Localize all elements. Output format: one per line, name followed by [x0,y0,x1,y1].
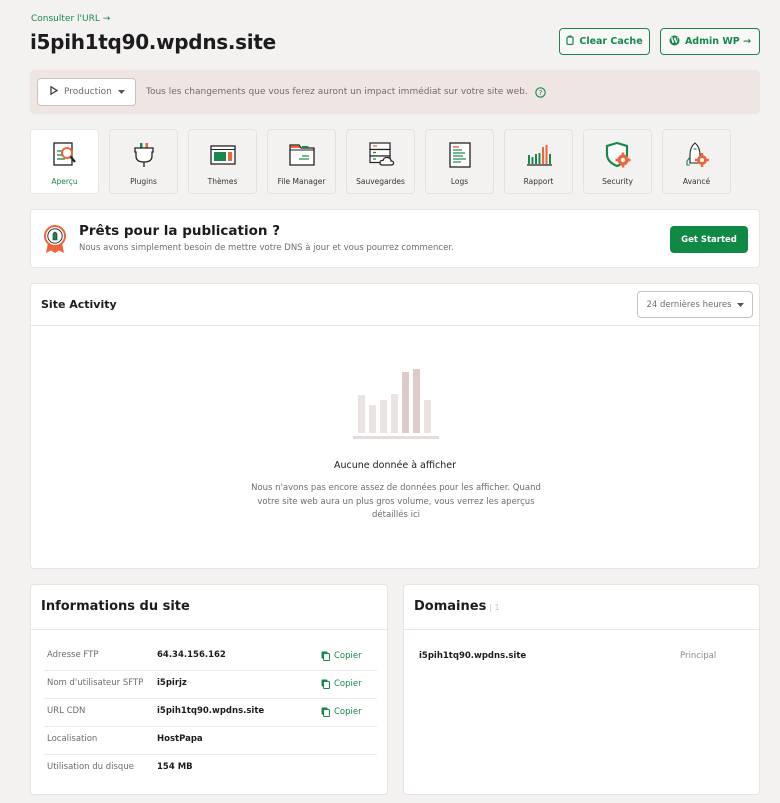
admin-wp-button[interactable]: W Admin WP → [660,28,760,55]
site-info-title: Informations du site [41,599,190,614]
info-value: i5pirjz [157,678,187,688]
theme-icon [208,140,238,170]
info-key: Nom d'utilisateur SFTP [47,678,144,688]
tool-plugins[interactable]: Plugins [109,129,178,194]
backup-icon [366,140,396,170]
info-value: 64.34.156.162 [157,650,226,660]
tool-avance[interactable]: Avancé [662,129,731,194]
overview-icon [50,140,80,170]
tool-sauvegardes[interactable]: Sauvegardes [346,129,415,194]
consult-url-link[interactable]: Consulter l'URL → [31,14,110,24]
info-key: URL CDN [47,706,86,716]
logs-icon [445,140,475,170]
ready-to-publish-card: Prêts pour la publication ? Nous avons s… [30,209,760,268]
clear-cache-label: Clear Cache [579,36,643,47]
info-value: 154 MB [157,762,193,772]
copy-sftp-button[interactable]: Copier [321,679,362,689]
advanced-icon [682,140,712,170]
report-icon [524,140,554,170]
tool-label: Thèmes [207,177,238,186]
site-title: i5pih1tq90.wpdns.site [30,30,276,54]
svg-text:?: ? [538,89,542,97]
plug-icon [129,140,159,170]
site-info-card: Informations du site Adresse FTP 64.34.1… [30,584,388,795]
trash-icon [566,35,574,48]
environment-value: Production [64,87,112,97]
svg-text:W: W [670,36,679,45]
site-activity-card: Site Activity 24 dernières heures Aucune… [30,283,760,569]
play-icon [50,85,59,98]
environment-bar: Production Tous les changements que vous… [30,70,760,114]
environment-select[interactable]: Production [37,78,136,106]
site-info-rows: Adresse FTP 64.34.156.162 Copier Nom d'u… [44,643,377,783]
tool-label: Sauvegardes [356,177,405,186]
tools-nav: Aperçu Plugins Thèmes File Manager Sauve… [30,129,731,194]
domain-primary-tag: Principal [680,651,717,661]
time-range-value: 24 dernières heures [646,299,732,310]
tool-label: Aperçu [51,177,78,186]
info-key: Utilisation du disque [47,762,134,772]
site-activity-header: Site Activity 24 dernières heures [31,284,759,326]
chevron-down-icon [117,87,125,97]
tool-label: Avancé [682,177,711,186]
empty-state-title: Aucune donnée à afficher [333,460,457,471]
folder-icon [287,140,317,170]
environment-message: Tous les changements que vous ferez auro… [146,87,528,97]
copy-cdn-button[interactable]: Copier [321,707,362,717]
tool-label: Security [602,177,633,186]
tool-rapport[interactable]: Rapport [504,129,573,194]
info-row-cdn-url: URL CDN i5pih1tq90.wpdns.site Copier [44,699,377,727]
info-row-ftp: Adresse FTP 64.34.156.162 Copier [44,643,377,671]
get-started-button[interactable]: Get Started [670,226,748,253]
copy-icon [321,679,330,689]
copy-label: Copier [334,679,362,689]
copy-icon [321,651,330,661]
copy-icon [321,707,330,717]
tool-security[interactable]: Security [583,129,652,194]
security-icon [603,140,633,170]
info-row-disk-usage: Utilisation du disque 154 MB [44,755,377,783]
info-value: i5pih1tq90.wpdns.site [157,706,265,716]
ready-description: Nous avons simplement besoin de mettre v… [79,243,454,253]
wordpress-icon: W [669,35,680,49]
clear-cache-button[interactable]: Clear Cache [559,28,650,55]
info-value: HostPapa [157,734,203,744]
chevron-down-icon [736,300,744,310]
info-key: Adresse FTP [47,650,99,660]
tool-label: File Manager [277,177,326,186]
tool-label: Rapport [523,177,554,186]
empty-state-description: Nous n'avons pas encore assez de données… [251,483,541,520]
info-row-sftp-user: Nom d'utilisateur SFTP i5pirjz Copier [44,671,377,699]
domains-title-text: Domaines [414,599,487,614]
ready-title: Prêts pour la publication ? [79,223,281,239]
admin-wp-label: Admin WP → [684,36,752,47]
domains-count: | 1 [489,603,500,612]
time-range-select[interactable]: 24 dernières heures [637,291,753,318]
info-key: Localisation [47,734,98,744]
copy-ftp-button[interactable]: Copier [321,651,362,661]
copy-label: Copier [334,707,362,717]
empty-chart-illustration-icon [353,368,439,444]
tool-file-manager[interactable]: File Manager [267,129,336,194]
tool-logs[interactable]: Logs [425,129,494,194]
site-activity-title: Site Activity [41,298,117,311]
site-info-header: Informations du site [31,585,387,630]
tool-apercu[interactable]: Aperçu [30,129,99,194]
domains-header: Domaines | 1 [404,585,759,630]
award-badge-icon [42,224,68,258]
copy-label: Copier [334,651,362,661]
tool-label: Logs [450,177,469,186]
domains-title: Domaines | 1 [414,599,500,614]
tool-themes[interactable]: Thèmes [188,129,257,194]
help-icon[interactable]: ? [534,86,546,98]
info-row-location: Localisation HostPapa [44,727,377,755]
domains-card: Domaines | 1 i5pih1tq90.wpdns.site Princi… [403,584,760,795]
tool-label: Plugins [130,177,157,186]
domain-name[interactable]: i5pih1tq90.wpdns.site [419,651,526,661]
